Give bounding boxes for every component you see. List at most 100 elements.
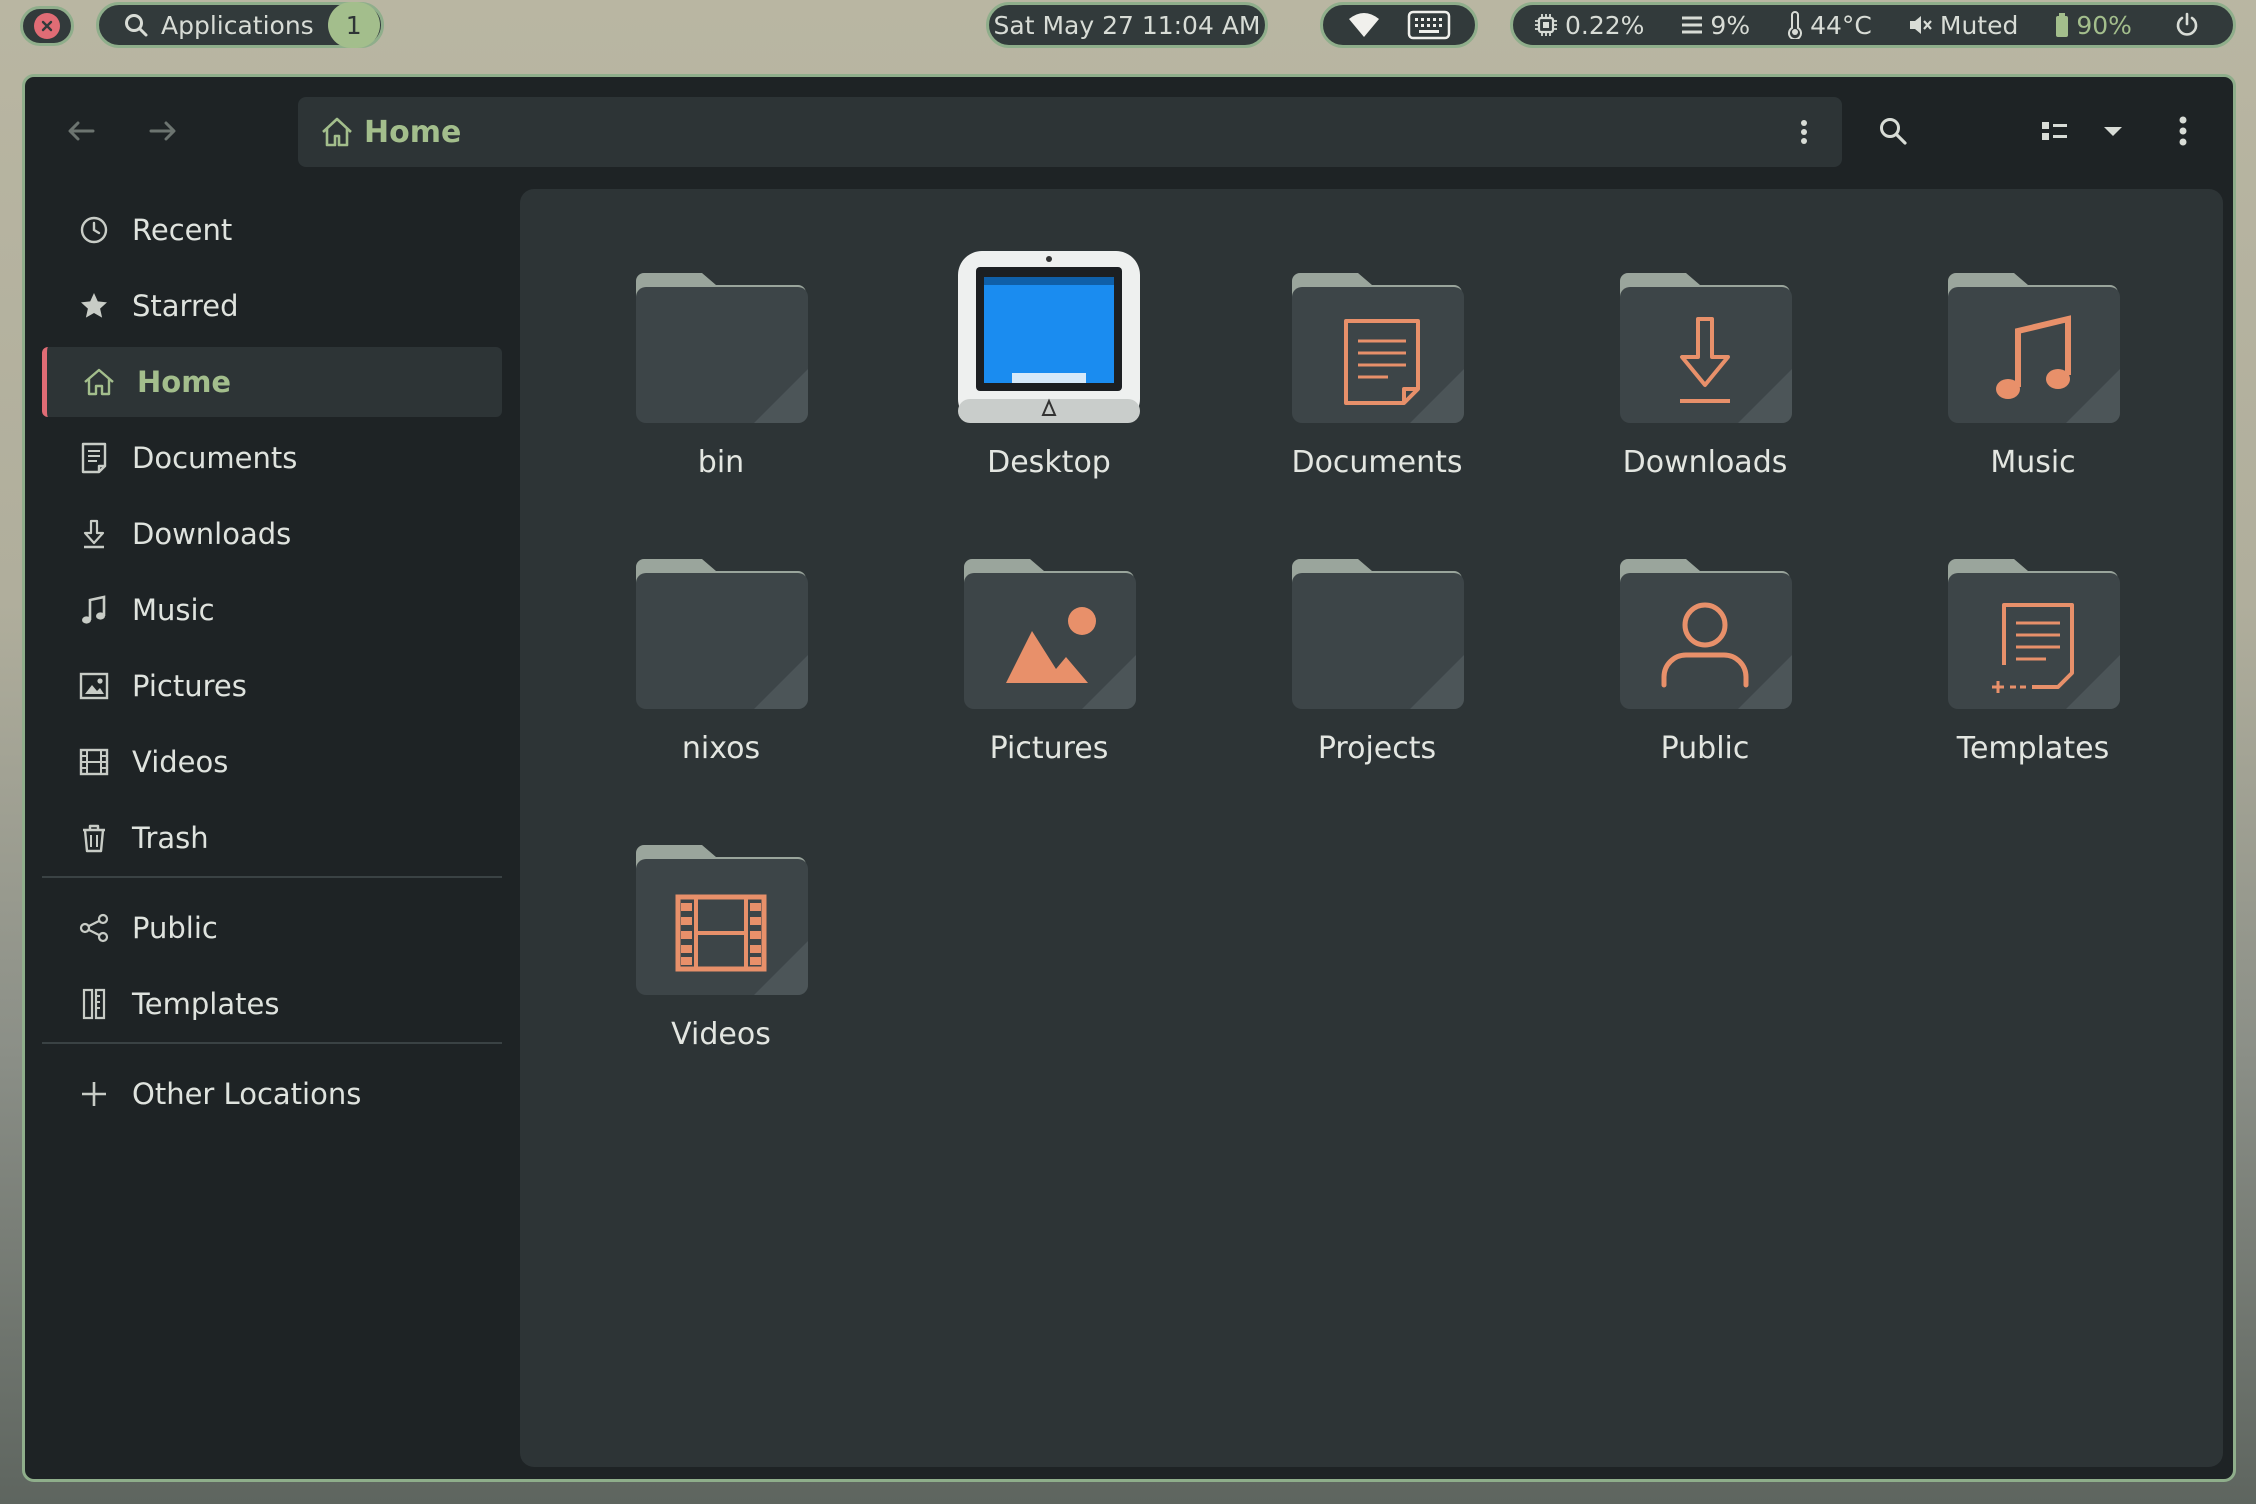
- sidebar-item-label: Templates: [132, 987, 280, 1021]
- battery-value: 90%: [2076, 10, 2132, 40]
- file-name: Documents: [1291, 445, 1463, 480]
- path-menu-icon[interactable]: [1800, 119, 1808, 145]
- wifi-icon[interactable]: [1347, 11, 1381, 39]
- path-segment-home[interactable]: Home: [364, 115, 461, 150]
- sidebar-item-documents[interactable]: Documents: [42, 423, 502, 493]
- image-icon: [78, 670, 110, 702]
- home-icon: [83, 366, 115, 398]
- file-name: Pictures: [989, 731, 1109, 766]
- sidebar-item-label: Recent: [132, 213, 233, 247]
- sidebar-item-music[interactable]: Music: [42, 575, 502, 645]
- cpu-icon: [1535, 14, 1557, 36]
- sidebar-item-pictures[interactable]: Pictures: [42, 651, 502, 721]
- sidebar-separator: [42, 876, 502, 878]
- folder-download-icon: [1620, 273, 1792, 423]
- file-name: Desktop: [987, 445, 1111, 480]
- file-item-documents[interactable]: Documents: [1227, 249, 1527, 509]
- speaker-muted-icon: [1909, 16, 1932, 34]
- file-item-public[interactable]: Public: [1555, 535, 1855, 795]
- sidebar-item-trash[interactable]: Trash: [42, 803, 502, 873]
- music-note-icon: [78, 594, 110, 626]
- headerbar: Home: [25, 77, 2233, 187]
- search-icon: [125, 14, 148, 37]
- file-item-desktop[interactable]: Desktop: [899, 249, 1199, 509]
- sidebar-item-recent[interactable]: Recent: [42, 195, 502, 265]
- sidebar-item-label: Other Locations: [132, 1077, 362, 1111]
- file-name: Templates: [1956, 731, 2110, 766]
- sidebar-item-downloads[interactable]: Downloads: [42, 499, 502, 569]
- power-icon[interactable]: [2174, 12, 2200, 38]
- folder-pictures-icon: [964, 559, 1136, 709]
- sidebar-item-starred[interactable]: Starred: [42, 271, 502, 341]
- star-icon: [78, 290, 110, 322]
- file-name: Projects: [1317, 731, 1437, 766]
- launcher-label: Applications: [161, 10, 314, 40]
- list-view-icon: [2042, 122, 2067, 140]
- folder-templates-icon: [1948, 559, 2120, 709]
- main-menu-button[interactable]: [2157, 105, 2209, 157]
- close-icon: [34, 13, 60, 39]
- sidebar-item-templates[interactable]: Templates: [42, 969, 502, 1039]
- sidebar-item-label: Starred: [132, 289, 239, 323]
- workspace-indicator[interactable]: 1: [327, 2, 380, 48]
- temperature-status[interactable]: 44°C: [1786, 11, 1872, 40]
- arrow-left-icon: [68, 121, 95, 141]
- sidebar-item-label: Documents: [132, 441, 298, 475]
- sidebar-item-other-locations[interactable]: Other Locations: [42, 1059, 502, 1129]
- clock: Sat May 27 11:04 AM: [993, 10, 1261, 40]
- template-icon: [78, 988, 110, 1020]
- file-item-videos[interactable]: Videos: [571, 821, 871, 1081]
- battery-status[interactable]: 90%: [2054, 11, 2132, 40]
- close-panel-button[interactable]: [20, 6, 74, 46]
- download-icon: [78, 518, 110, 550]
- arrow-right-icon: [149, 121, 176, 141]
- file-item-downloads[interactable]: Downloads: [1555, 249, 1855, 509]
- sidebar-item-label: Home: [137, 365, 232, 399]
- file-name: Videos: [671, 1017, 771, 1052]
- memory-icon: [1682, 16, 1703, 34]
- folder-icon: [636, 273, 808, 423]
- file-item-nixos[interactable]: nixos: [571, 535, 871, 795]
- file-item-pictures[interactable]: Pictures: [899, 535, 1199, 795]
- app-launcher[interactable]: Applications 1: [96, 2, 384, 48]
- file-item-projects[interactable]: Projects: [1227, 535, 1527, 795]
- plus-icon: [78, 1078, 110, 1110]
- folder-public-icon: [1620, 559, 1792, 709]
- file-item-music[interactable]: Music: [1883, 249, 2183, 509]
- chevron-down-icon: [2104, 127, 2122, 136]
- file-name: bin: [697, 445, 745, 480]
- sidebar-item-home[interactable]: Home: [42, 347, 502, 417]
- home-icon: [322, 117, 352, 147]
- view-options-button[interactable]: [2087, 105, 2139, 157]
- folder-documents-icon: [1292, 273, 1464, 423]
- view-toggle-button[interactable]: [2029, 105, 2081, 157]
- file-item-bin[interactable]: bin: [571, 249, 871, 509]
- sidebar-item-public[interactable]: Public: [42, 893, 502, 963]
- file-name: Public: [1660, 731, 1750, 766]
- search-button[interactable]: [1867, 105, 1919, 157]
- sidebar-item-label: Music: [132, 593, 215, 627]
- cpu-status[interactable]: 0.22%: [1533, 11, 1644, 40]
- volume-value: Muted: [1939, 10, 2019, 40]
- location-bar[interactable]: Home: [298, 97, 1842, 167]
- sidebar-item-videos[interactable]: Videos: [42, 727, 502, 797]
- folder-icon: [636, 559, 808, 709]
- sidebar-item-label: Downloads: [132, 517, 292, 551]
- sidebar-separator: [42, 1042, 502, 1044]
- clock-pill[interactable]: Sat May 27 11:04 AM: [986, 2, 1268, 48]
- sidebar-item-label: Public: [132, 911, 218, 945]
- keyboard-icon[interactable]: [1407, 10, 1451, 40]
- memory-status[interactable]: 9%: [1680, 11, 1750, 40]
- desktop-monitor-icon: [958, 251, 1140, 423]
- temperature-value: 44°C: [1810, 10, 1872, 40]
- tray-pill: [1320, 2, 1478, 48]
- volume-status[interactable]: Muted: [1908, 11, 2018, 40]
- memory-value: 9%: [1710, 10, 1751, 40]
- back-button[interactable]: [55, 105, 107, 157]
- file-item-templates[interactable]: Templates: [1883, 535, 2183, 795]
- file-name: Music: [1990, 445, 2076, 480]
- folder-videos-icon: [636, 845, 808, 995]
- trash-icon: [78, 822, 110, 854]
- sidebar-item-label: Videos: [132, 745, 229, 779]
- forward-button[interactable]: [137, 105, 189, 157]
